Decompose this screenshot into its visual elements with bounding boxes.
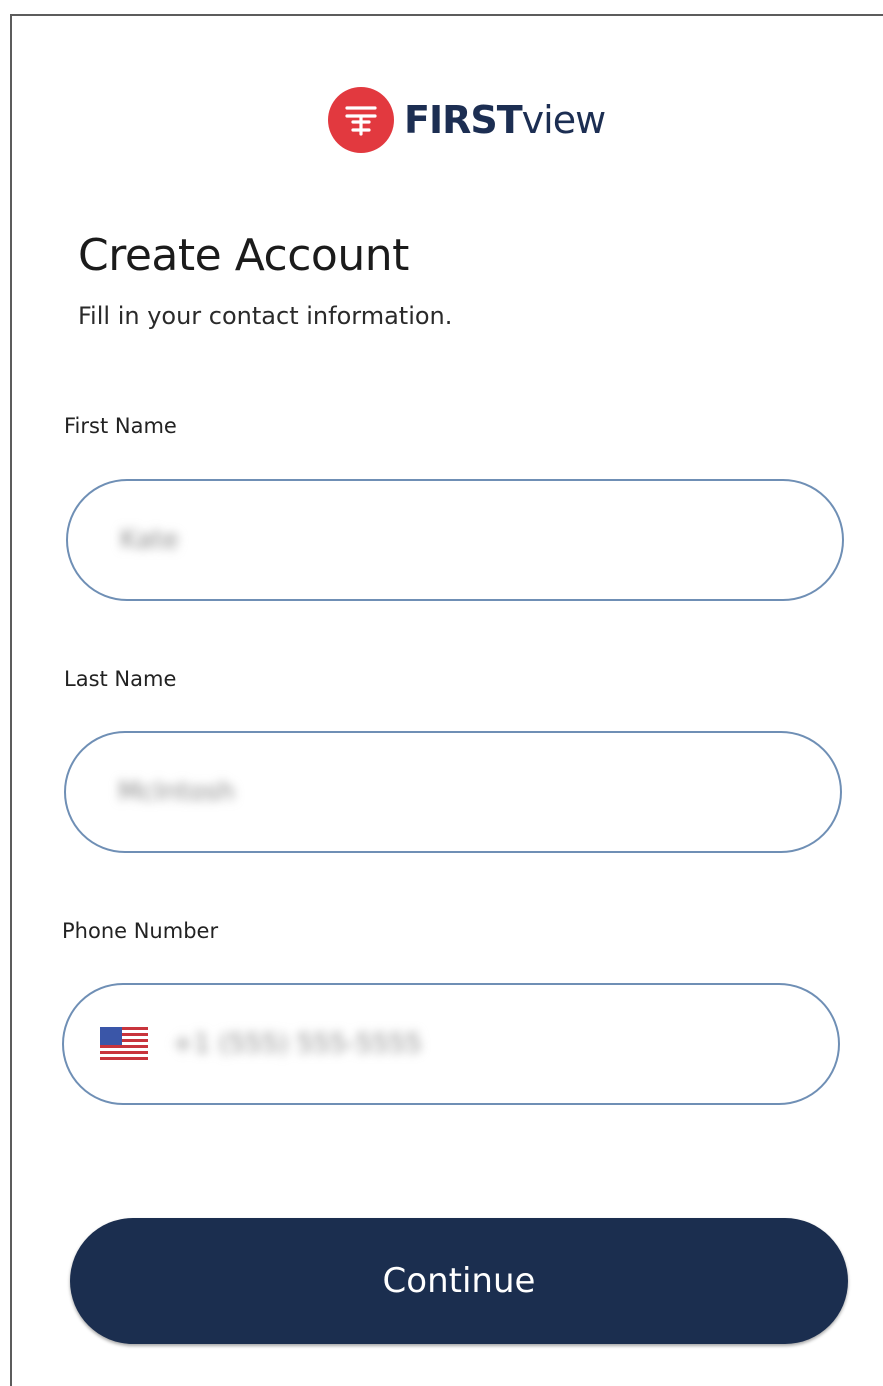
- first-name-field[interactable]: [66, 479, 844, 601]
- page-title: Create Account: [78, 230, 409, 281]
- brand-name-light: view: [521, 98, 607, 142]
- continue-button[interactable]: Continue: [70, 1218, 848, 1344]
- last-name-field[interactable]: [64, 731, 842, 853]
- first-name-input[interactable]: [118, 524, 842, 556]
- brand-wordmark: FIRSTview: [404, 98, 607, 142]
- brand-logo: FIRSTview: [328, 84, 607, 156]
- app-screen: FIRSTview Create Account Fill in your co…: [10, 14, 883, 1386]
- page-subtitle: Fill in your contact information.: [78, 302, 453, 330]
- brand-name-bold: FIRST: [404, 98, 523, 142]
- first-name-label: First Name: [64, 414, 177, 438]
- last-name-input[interactable]: [116, 776, 840, 808]
- phone-number-input[interactable]: [170, 1028, 838, 1060]
- us-flag-icon[interactable]: [100, 1027, 148, 1061]
- firstview-logo-icon: [328, 87, 394, 153]
- phone-number-label: Phone Number: [62, 919, 219, 943]
- phone-number-field[interactable]: [62, 983, 840, 1105]
- last-name-label: Last Name: [64, 667, 177, 691]
